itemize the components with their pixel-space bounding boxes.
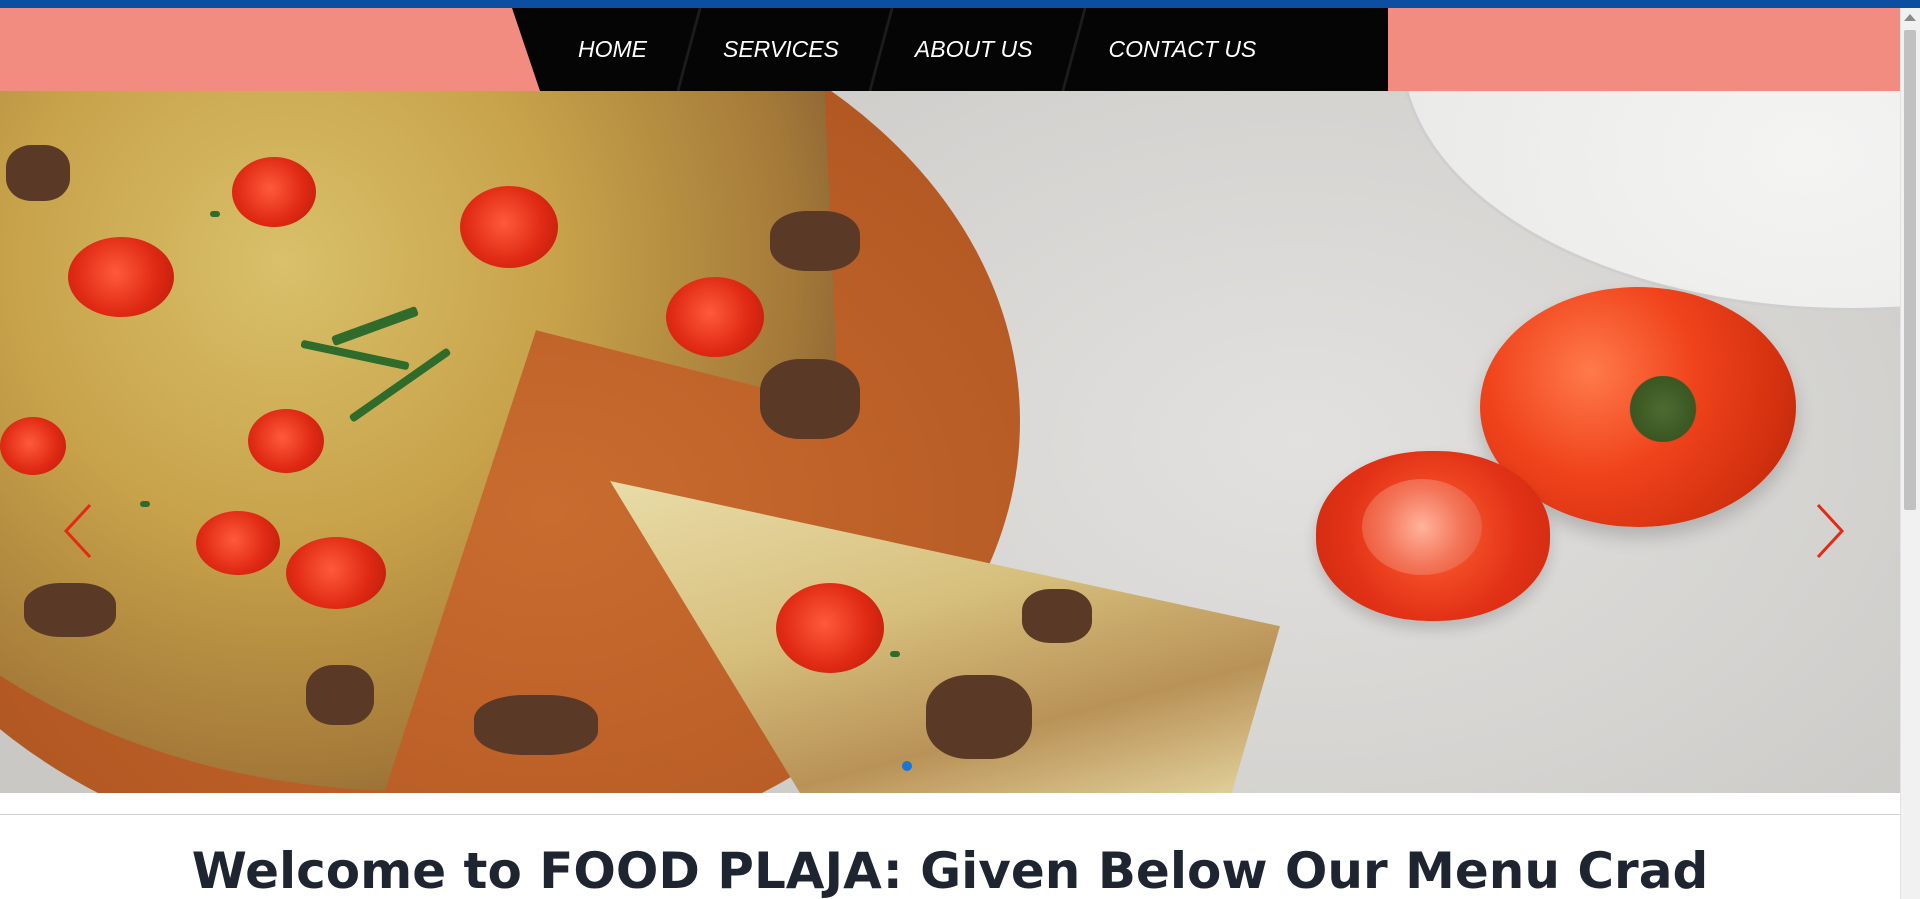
meat-topping	[1022, 589, 1092, 643]
tomato-topping	[196, 511, 280, 575]
meat-topping	[474, 695, 598, 755]
meat-topping	[926, 675, 1032, 759]
tomato-topping	[286, 537, 386, 609]
meat-topping	[6, 145, 70, 201]
tomato-topping	[68, 237, 174, 317]
meat-topping	[306, 665, 374, 725]
chevron-left-icon	[63, 503, 92, 559]
herb-topping	[140, 501, 150, 507]
nav-about-us[interactable]: ABOUT US	[868, 8, 1071, 91]
tomato-topping	[0, 417, 66, 475]
meat-topping	[770, 211, 860, 271]
scrollbar-thumb[interactable]	[1904, 30, 1916, 510]
chevron-right-icon	[1816, 503, 1845, 559]
tomato-topping	[666, 277, 764, 357]
tomato-stem	[1620, 376, 1706, 442]
carousel-indicator-dot[interactable]	[902, 761, 912, 771]
tomato-topping	[248, 409, 324, 473]
nav-services[interactable]: SERVICES	[677, 8, 877, 91]
top-accent-bar	[0, 0, 1920, 8]
herb-topping	[890, 651, 900, 657]
hero-carousel	[0, 91, 1900, 793]
tomato-topping	[460, 186, 558, 268]
tomato-topping	[776, 583, 884, 673]
nav-contact-us[interactable]: CONTACT US	[1062, 8, 1294, 91]
meat-topping	[24, 583, 116, 637]
herb-topping	[210, 211, 220, 217]
main-navbar: HOME SERVICES ABOUT US CONTACT US	[512, 8, 1388, 91]
carousel-prev-button[interactable]	[56, 501, 100, 561]
tomato-topping	[232, 157, 316, 227]
carousel-next-button[interactable]	[1808, 501, 1852, 561]
tomato-core	[1362, 479, 1482, 575]
page: HOME SERVICES ABOUT US CONTACT US Welcom…	[0, 0, 1920, 899]
welcome-heading: Welcome to FOOD PLAJA: Given Below Our M…	[191, 842, 1709, 899]
nav-home[interactable]: HOME	[540, 8, 685, 91]
half-tomato-image	[1316, 451, 1550, 621]
section-divider	[0, 814, 1900, 815]
meat-topping	[760, 359, 860, 439]
scroll-up-arrow-icon[interactable]	[1904, 14, 1916, 21]
